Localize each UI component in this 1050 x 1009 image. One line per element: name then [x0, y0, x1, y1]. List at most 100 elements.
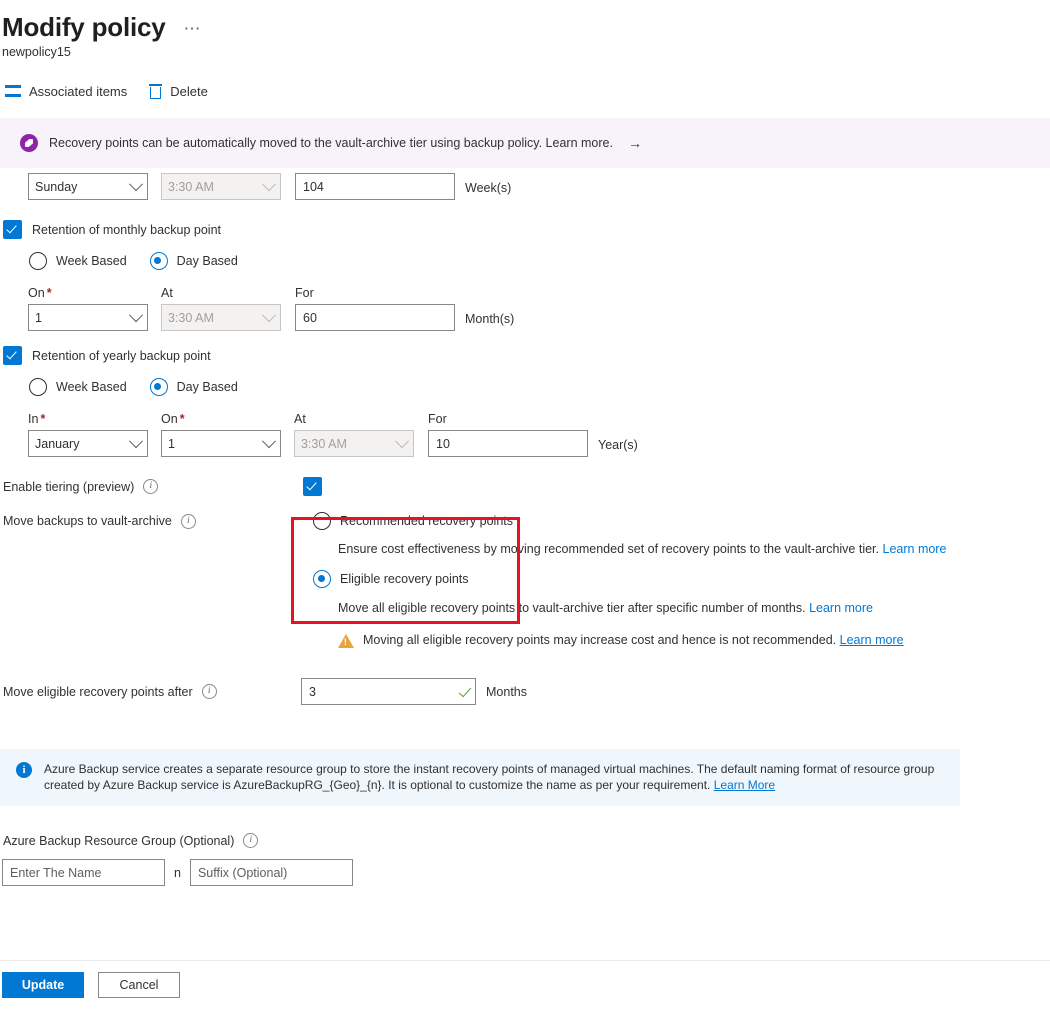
- yearly-on-value: 1: [168, 436, 175, 451]
- yearly-in-select[interactable]: January: [28, 430, 148, 457]
- weekly-at-field: At 3:30 AM: [161, 168, 281, 200]
- monthly-at-select: 3:30 AM: [161, 304, 281, 331]
- yearly-mode-radio-group: Week Based Day Based: [0, 378, 1050, 396]
- info-icon[interactable]: i: [143, 479, 159, 494]
- vault-archive-options: Recommended recovery points Ensure cost …: [303, 512, 1050, 648]
- associated-items-icon: [5, 85, 21, 97]
- delete-button[interactable]: Delete: [149, 83, 208, 99]
- more-options-button[interactable]: ⋯: [184, 20, 202, 42]
- monthly-unit-label: Month(s): [465, 312, 515, 326]
- resource-group-name-input[interactable]: [2, 859, 165, 886]
- monthly-day-based-label: Day Based: [176, 254, 238, 268]
- weekly-on-value: Sunday: [35, 179, 78, 194]
- yearly-at-label: At: [294, 412, 306, 426]
- warning-learn-more-link[interactable]: Learn more: [840, 633, 904, 647]
- yearly-for-label: For: [428, 412, 447, 426]
- tiering-warning-text-wrap: Moving all eligible recovery points may …: [363, 633, 904, 647]
- info-filled-icon: i: [16, 762, 32, 778]
- recommended-learn-more-link[interactable]: Learn more: [883, 542, 947, 556]
- chevron-down-icon: [261, 307, 277, 322]
- info-icon[interactable]: i: [201, 684, 217, 699]
- chevron-down-icon: [261, 176, 277, 191]
- monthly-day-based-radio[interactable]: Day Based: [149, 252, 238, 270]
- weekly-on-label: On: [28, 168, 148, 170]
- policy-form: On Sunday At 3:30 AM For: [0, 168, 1050, 886]
- rocket-icon: [20, 134, 38, 152]
- recommended-description: Ensure cost effectiveness by moving reco…: [338, 542, 1050, 556]
- yearly-retention-label: Retention of yearly backup point: [32, 348, 211, 363]
- recommended-description-text: Ensure cost effectiveness by moving reco…: [338, 542, 880, 556]
- required-asterisk: *: [46, 286, 52, 300]
- yearly-retention-checkbox[interactable]: Retention of yearly backup point: [0, 346, 1050, 365]
- weekly-at-value: 3:30 AM: [168, 179, 214, 194]
- monthly-on-value: 1: [35, 310, 42, 325]
- associated-items-button[interactable]: Associated items: [5, 84, 127, 99]
- chevron-down-icon: [261, 433, 277, 448]
- monthly-on-select[interactable]: 1: [28, 304, 148, 331]
- enable-tiering-label-group: Enable tiering (preview) i: [0, 479, 303, 494]
- info-icon[interactable]: i: [243, 833, 259, 848]
- update-button[interactable]: Update: [2, 972, 84, 998]
- move-after-input-wrapper: [301, 678, 476, 705]
- resource-group-separator: n: [174, 865, 181, 880]
- move-backups-label: Move backups to vault-archive: [3, 514, 172, 528]
- tiering-warning: Moving all eligible recovery points may …: [338, 633, 1050, 648]
- associated-items-label: Associated items: [29, 83, 128, 99]
- yearly-for-field: For: [428, 411, 588, 457]
- eligible-learn-more-link[interactable]: Learn more: [809, 601, 873, 615]
- monthly-at-field: At 3:30 AM: [161, 285, 281, 331]
- checkbox-icon: [3, 220, 22, 239]
- move-after-input[interactable]: [301, 678, 476, 705]
- yearly-on-select[interactable]: 1: [161, 430, 281, 457]
- radio-icon-selected: [313, 570, 331, 588]
- radio-icon-selected: [149, 378, 168, 396]
- monthly-for-field: For: [295, 285, 455, 331]
- weekly-for-input[interactable]: [295, 173, 455, 200]
- yearly-fields-row: In * January On * 1 At 3:30 AM For 10 Ye…: [0, 411, 1050, 457]
- vault-archive-promo-banner[interactable]: Recovery points can be automatically mov…: [0, 118, 1050, 168]
- page-title: Modify policy: [2, 12, 166, 42]
- info-banner-learn-more-link[interactable]: Learn More: [714, 778, 775, 792]
- tiering-warning-text: Moving all eligible recovery points may …: [363, 633, 837, 647]
- yearly-day-based-label: Day Based: [176, 380, 238, 394]
- move-after-label: Move eligible recovery points after: [3, 684, 193, 699]
- resource-group-label-group: Azure Backup Resource Group (Optional) i: [0, 833, 1050, 848]
- recommended-recovery-points-label: Recommended recovery points: [340, 514, 513, 528]
- weekly-on-select[interactable]: Sunday: [28, 173, 148, 200]
- warning-icon: [338, 634, 354, 648]
- eligible-recovery-points-radio[interactable]: Eligible recovery points: [313, 570, 1050, 588]
- required-asterisk: *: [179, 412, 185, 426]
- required-asterisk: *: [40, 412, 46, 426]
- yearly-in-label: In *: [28, 412, 46, 426]
- enable-tiering-label: Enable tiering (preview): [3, 479, 135, 494]
- promo-banner-text: Recovery points can be automatically mov…: [49, 136, 613, 150]
- yearly-in-field: In * January: [28, 411, 148, 457]
- cancel-button[interactable]: Cancel: [98, 972, 180, 998]
- chevron-down-icon: [128, 176, 144, 191]
- weekly-at-select: 3:30 AM: [161, 173, 281, 200]
- yearly-for-input[interactable]: [428, 430, 588, 457]
- monthly-for-input[interactable]: [295, 304, 455, 331]
- yearly-week-based-radio[interactable]: Week Based: [29, 378, 127, 396]
- radio-icon: [29, 378, 47, 396]
- move-after-label-group: Move eligible recovery points after i: [0, 684, 301, 699]
- info-icon[interactable]: i: [180, 514, 196, 529]
- monthly-at-value: 3:30 AM: [168, 310, 214, 325]
- enable-tiering-checkbox[interactable]: [303, 477, 322, 496]
- yearly-week-based-label: Week Based: [56, 380, 127, 394]
- chevron-down-icon: [394, 433, 410, 448]
- blade-header: Modify policy ⋯ newpolicy15: [0, 0, 1050, 61]
- title-row: Modify policy ⋯: [0, 12, 1050, 42]
- monthly-week-based-radio[interactable]: Week Based: [29, 252, 127, 270]
- monthly-week-based-label: Week Based: [56, 254, 127, 268]
- radio-icon: [29, 252, 47, 270]
- yearly-day-based-radio[interactable]: Day Based: [149, 378, 238, 396]
- chevron-down-icon: [128, 307, 144, 322]
- monthly-retention-checkbox[interactable]: Retention of monthly backup point: [0, 220, 1050, 239]
- yearly-at-field: At 3:30 AM: [294, 411, 414, 457]
- monthly-on-field: On * 1: [28, 285, 148, 331]
- resource-group-suffix-input[interactable]: [189, 859, 353, 886]
- monthly-retention-label: Retention of monthly backup point: [32, 222, 222, 237]
- enable-tiering-row: Enable tiering (preview) i: [0, 477, 1050, 496]
- recommended-recovery-points-radio[interactable]: Recommended recovery points: [313, 512, 1050, 530]
